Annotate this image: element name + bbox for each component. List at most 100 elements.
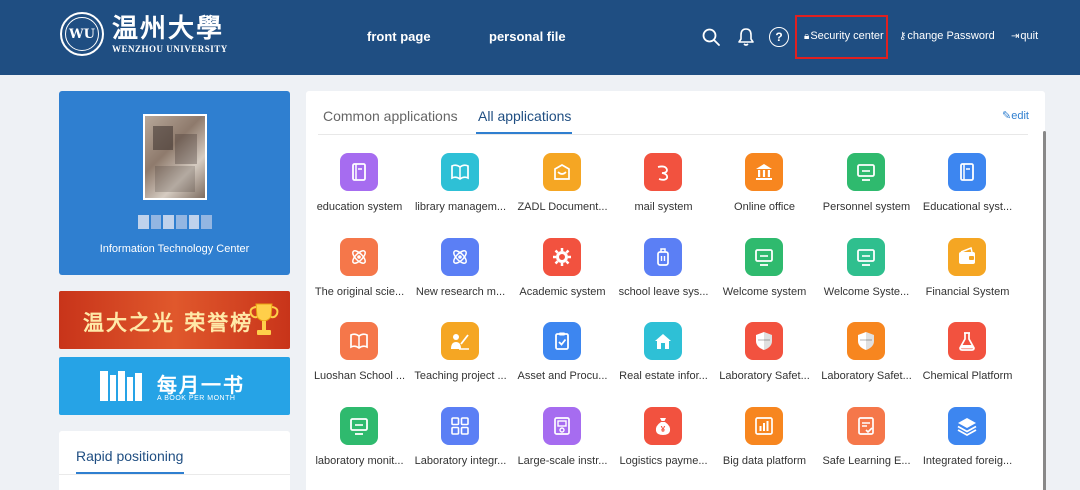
book-icon: [340, 153, 378, 191]
open-book-icon: [340, 322, 378, 360]
app-label: New research m...: [415, 286, 506, 298]
app-tile[interactable]: laboratory monit...: [309, 407, 410, 477]
key-icon: ⚷: [899, 30, 907, 42]
app-label: Welcome system: [722, 286, 807, 298]
app-label: Real estate infor...: [619, 370, 708, 382]
app-label: education system: [316, 201, 403, 213]
app-tile[interactable]: New research m...: [410, 238, 511, 308]
app-label: Logistics payme...: [619, 455, 708, 467]
honor-roll-banner[interactable]: 温大之光 荣誉榜: [59, 291, 290, 349]
bookshelf-icon: [100, 371, 142, 401]
monitor-icon: [847, 238, 885, 276]
trophy-icon: [249, 303, 279, 335]
app-tile[interactable]: Luoshan School ...: [309, 322, 410, 392]
teacher-icon: [441, 322, 479, 360]
app-tile[interactable]: ZADL Document...: [512, 153, 613, 223]
chart-icon: [745, 407, 783, 445]
monitor-icon: [745, 238, 783, 276]
app-tile[interactable]: Financial System: [917, 238, 1018, 308]
app-tile[interactable]: Welcome system: [714, 238, 815, 308]
app-tile[interactable]: Personnel system: [816, 153, 917, 223]
app-tile[interactable]: Academic system: [512, 238, 613, 308]
bag-icon: [644, 238, 682, 276]
app-tile[interactable]: ¥ Logistics payme...: [613, 407, 714, 477]
quit-link[interactable]: ⇥ quit: [1011, 30, 1038, 42]
app-label: Luoshan School ...: [313, 370, 406, 382]
tab-common-applications[interactable]: Common applications: [323, 108, 458, 124]
app-tile[interactable]: Big data platform: [714, 407, 815, 477]
tab-underline: [76, 472, 184, 474]
university-logo[interactable]: WU 温州大學 WENZHOU UNIVERSITY: [60, 12, 228, 56]
app-tile[interactable]: Welcome Syste...: [816, 238, 917, 308]
security-center-link[interactable]: 🔒︎ Security center: [804, 30, 884, 42]
app-tile[interactable]: Laboratory Safet...: [714, 322, 815, 392]
book-icon: [948, 153, 986, 191]
app-tile[interactable]: Educational syst...: [917, 153, 1018, 223]
book-per-month-title: 每月一书: [157, 375, 245, 397]
checklist-icon: [847, 407, 885, 445]
monitor-icon: [340, 407, 378, 445]
app-tile[interactable]: The original scie...: [309, 238, 410, 308]
app-tile[interactable]: Laboratory integr...: [410, 407, 511, 477]
document-icon: [543, 153, 581, 191]
change-password-link[interactable]: ⚷ change Password: [899, 30, 995, 42]
avatar[interactable]: [143, 114, 207, 200]
tab-all-applications[interactable]: All applications: [478, 108, 571, 124]
app-label: mail system: [634, 201, 693, 213]
open-book-icon: [441, 153, 479, 191]
app-label: Online office: [734, 201, 795, 213]
app-tile[interactable]: education system: [309, 153, 410, 223]
edit-button[interactable]: ✎edit: [1002, 109, 1029, 122]
app-label: Financial System: [925, 286, 1010, 298]
seal-icon: WU: [60, 12, 104, 56]
app-label: Teaching project ...: [414, 370, 507, 382]
shield-icon: [745, 322, 783, 360]
app-tile[interactable]: Online office: [714, 153, 815, 223]
active-tab-underline: [476, 132, 572, 134]
app-label: ZADL Document...: [517, 201, 608, 213]
app-tile[interactable]: Laboratory Safet...: [816, 322, 917, 392]
app-tile[interactable]: Safe Learning E...: [816, 407, 917, 477]
app-tile[interactable]: Real estate infor...: [613, 322, 714, 392]
bell-icon[interactable]: [736, 27, 756, 47]
atom-icon: [441, 238, 479, 276]
app-tile[interactable]: Chemical Platform: [917, 322, 1018, 392]
app-tile[interactable]: Large-scale instr...: [512, 407, 613, 477]
app-label: laboratory monit...: [315, 455, 404, 467]
app-tile[interactable]: school leave sys...: [613, 238, 714, 308]
honor-roll-title: 温大之光 荣誉榜: [83, 311, 254, 335]
scrollbar[interactable]: [1043, 131, 1046, 490]
app-label: Laboratory Safet...: [821, 370, 912, 382]
app-label: library managem...: [414, 201, 507, 213]
rapid-positioning-title[interactable]: Rapid positioning: [76, 448, 183, 464]
app-label: Academic system: [519, 286, 606, 298]
nav-personal-file[interactable]: personal file: [489, 29, 566, 44]
lock-icon: 🔒︎: [804, 30, 810, 42]
search-icon[interactable]: [701, 27, 721, 47]
app-label: Welcome Syste...: [823, 286, 910, 298]
nav-front-page[interactable]: front page: [367, 29, 431, 44]
profile-card: Information Technology Center: [59, 91, 290, 275]
clipboard-icon: [543, 322, 581, 360]
divider: [59, 474, 290, 475]
app-label: school leave sys...: [618, 286, 709, 298]
app-tile[interactable]: Integrated foreig...: [917, 407, 1018, 477]
app-label: Chemical Platform: [922, 370, 1013, 382]
app-tile[interactable]: Asset and Procu...: [512, 322, 613, 392]
help-icon[interactable]: ?: [769, 27, 789, 47]
edit-icon: ✎: [1002, 110, 1012, 122]
house-icon: [644, 322, 682, 360]
atom-icon: [340, 238, 378, 276]
gear-icon: [543, 238, 581, 276]
app-tile[interactable]: mail system: [613, 153, 714, 223]
shield-icon: [847, 322, 885, 360]
app-tile[interactable]: Teaching project ...: [410, 322, 511, 392]
book-per-month-banner[interactable]: 每月一书 A BOOK PER MONTH: [59, 357, 290, 415]
grid-icon: [441, 407, 479, 445]
top-header: WU 温州大學 WENZHOU UNIVERSITY front page pe…: [0, 0, 1080, 75]
app-tile[interactable]: library managem...: [410, 153, 511, 223]
wallet-icon: [948, 238, 986, 276]
app-label: Large-scale instr...: [517, 455, 608, 467]
layers-icon: [948, 407, 986, 445]
monitor-icon: [847, 153, 885, 191]
